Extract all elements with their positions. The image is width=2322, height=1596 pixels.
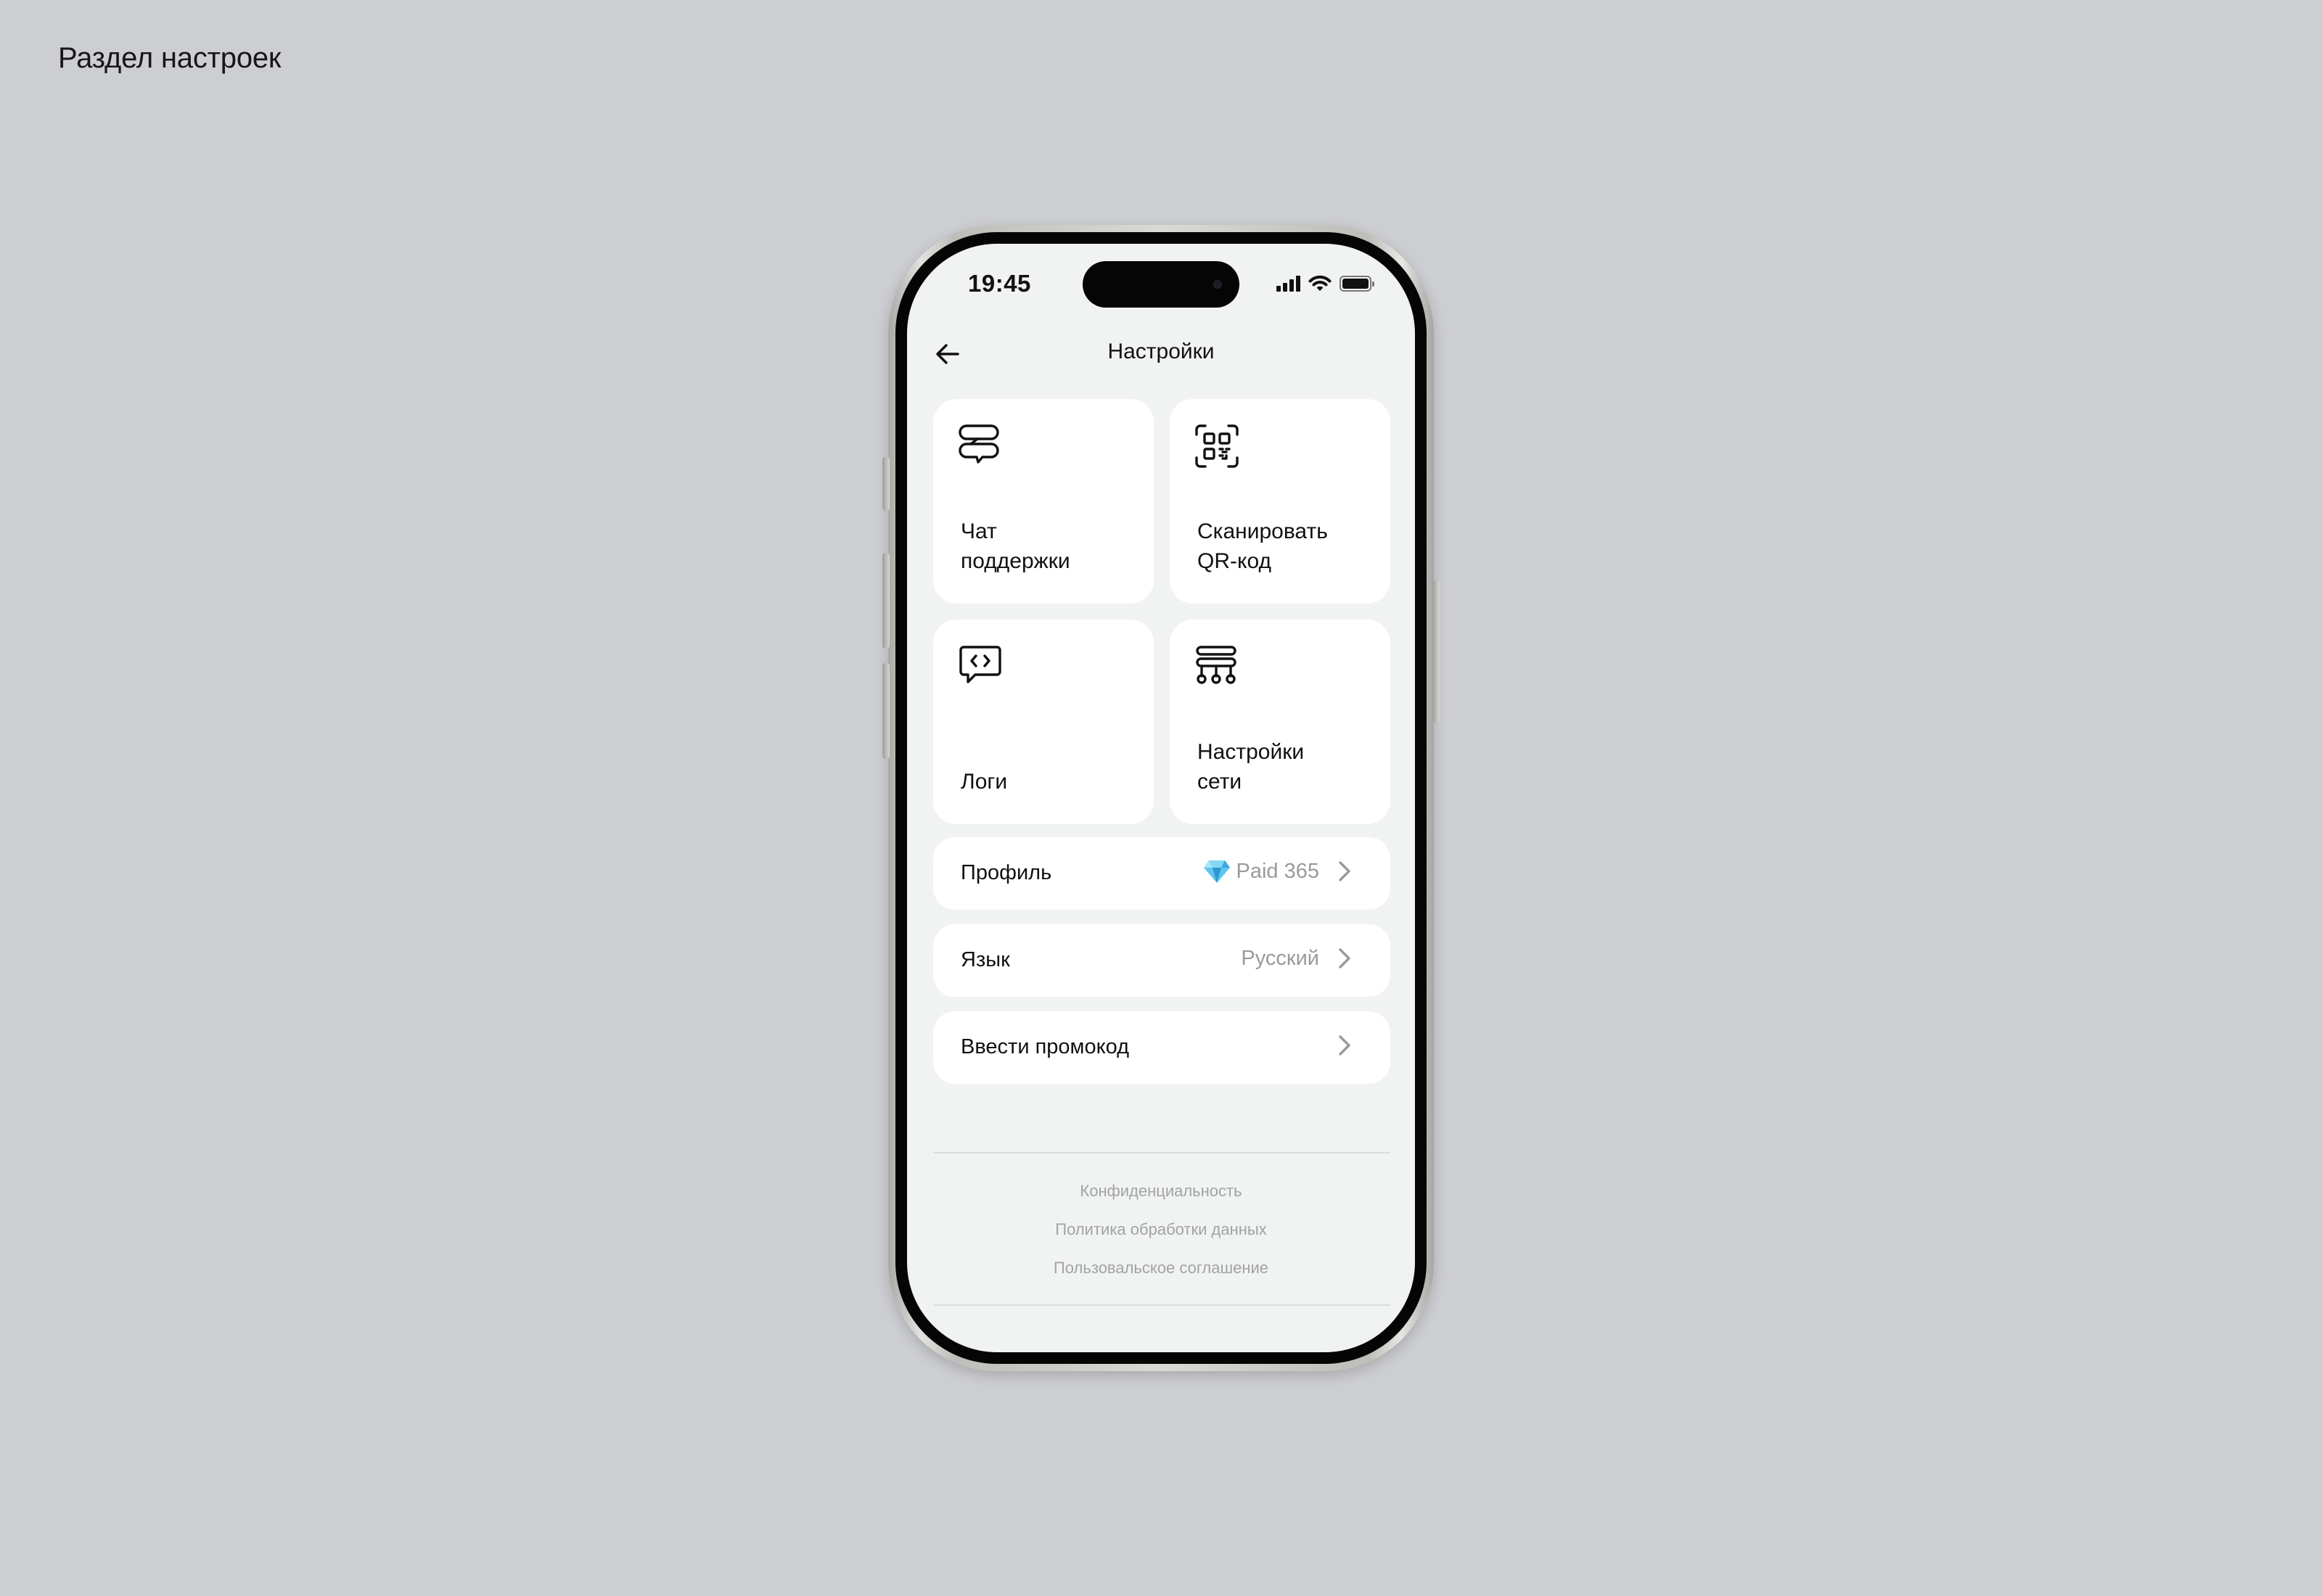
page-title: Настройки <box>1107 340 1215 363</box>
phone-mockup: 19:45 Настройки Чат поддержки Сканироват… <box>882 225 1440 1371</box>
tile-scan-qr[interactable]: Сканировать QR-код <box>1170 399 1390 604</box>
row-value: Русский <box>1241 946 1319 970</box>
phone-screen: 19:45 Настройки Чат поддержки Сканироват… <box>907 244 1415 1352</box>
code-message-icon <box>959 646 1001 683</box>
front-camera <box>1213 280 1222 289</box>
page-heading: Раздел настроек <box>58 42 282 74</box>
volume-up-button <box>882 553 890 649</box>
settings-tiles: Чат поддержки Сканировать QR-код Логи На… <box>933 399 1390 824</box>
link-privacy[interactable]: Конфиденциальность <box>907 1182 1415 1201</box>
footer-divider-top <box>933 1152 1390 1153</box>
row-right: Paid 365 <box>1203 859 1356 884</box>
gem-icon <box>1203 860 1230 883</box>
status-icons <box>1276 274 1374 293</box>
row-language[interactable]: Язык Русский <box>933 924 1390 997</box>
tile-label: Настройки сети <box>1197 740 1305 794</box>
row-value: Paid 365 <box>1236 859 1320 883</box>
row-right <box>1325 1033 1355 1058</box>
battery-icon <box>1340 276 1374 292</box>
chevron-right-icon <box>1339 861 1350 881</box>
link-user-agreement[interactable]: Пользовальское соглашение <box>907 1259 1415 1278</box>
chevron-right-icon <box>1339 948 1350 968</box>
network-tree-icon <box>1196 646 1236 684</box>
tile-logs[interactable]: Логи <box>933 620 1154 824</box>
qr-scan-icon <box>1195 424 1239 468</box>
tile-support-chat[interactable]: Чат поддержки <box>933 399 1154 604</box>
support-chat-icon <box>959 424 999 464</box>
chevron-right-icon <box>1339 1035 1350 1056</box>
wifi-icon <box>1308 275 1332 291</box>
row-right: Русский <box>1241 946 1355 971</box>
volume-down-button <box>882 663 890 759</box>
power-button <box>1432 580 1440 723</box>
tile-label: Чат поддержки <box>961 519 1070 573</box>
row-promo-code[interactable]: Ввести промокод <box>933 1011 1390 1084</box>
row-label: Язык <box>961 948 1010 971</box>
footer-divider-bottom <box>933 1304 1390 1306</box>
status-time: 19:45 <box>968 270 1031 297</box>
dynamic-island <box>1083 261 1239 308</box>
tile-label: Сканировать QR-код <box>1197 519 1328 573</box>
row-label: Ввести промокод <box>961 1035 1130 1058</box>
cellular-signal-icon <box>1276 276 1300 292</box>
link-data-policy[interactable]: Политика обработки данных <box>907 1220 1415 1239</box>
row-profile[interactable]: Профиль Paid 365 <box>933 837 1390 910</box>
row-label: Профиль <box>961 861 1052 884</box>
status-bar: 19:45 <box>907 244 1415 324</box>
tile-network-settings[interactable]: Настройки сети <box>1170 620 1390 824</box>
action-button <box>882 457 890 511</box>
nav-bar: Настройки <box>907 331 1415 374</box>
tile-label: Логи <box>961 770 1008 794</box>
